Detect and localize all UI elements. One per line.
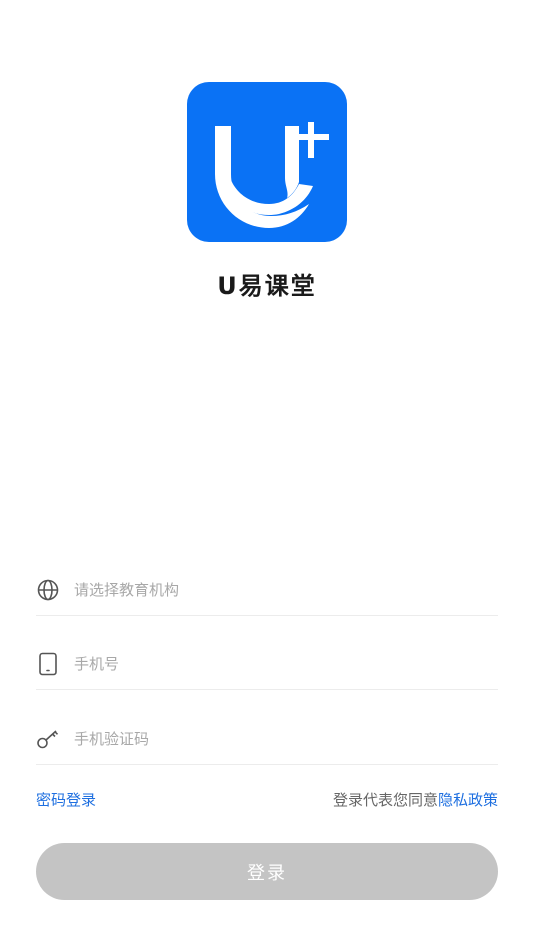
key-icon <box>36 727 60 751</box>
agree-label: 登录代表您同意 <box>332 790 438 809</box>
org-select-input[interactable] <box>74 581 474 599</box>
password-login-link[interactable]: 密码登录 <box>36 789 96 810</box>
privacy-policy-link[interactable]: 隐私政策 <box>438 791 498 809</box>
org-select-field[interactable] <box>36 565 498 616</box>
login-button[interactable]: 登录 <box>36 843 498 900</box>
globe-icon <box>36 578 60 602</box>
verification-code-field[interactable] <box>36 714 498 765</box>
app-logo <box>187 82 347 242</box>
agreement-text: 登录代表您同意隐私政策 <box>333 789 498 810</box>
login-options-row: 密码登录 登录代表您同意隐私政策 <box>36 787 498 811</box>
app-name: U易课堂 <box>217 272 317 300</box>
phone-icon <box>36 652 60 676</box>
phone-input[interactable] <box>74 655 474 673</box>
u-plus-logo-icon <box>215 122 329 228</box>
verification-code-input[interactable] <box>74 730 474 748</box>
phone-field[interactable] <box>36 639 498 690</box>
